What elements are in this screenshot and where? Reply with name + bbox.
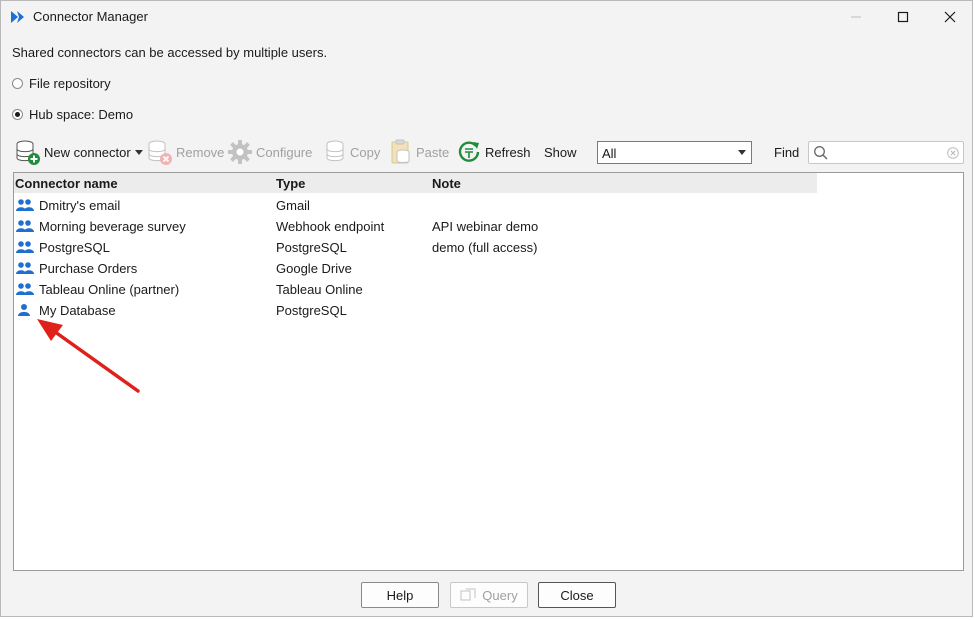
connector-type-cell: Tableau Online [276,282,363,297]
gear-icon [228,140,252,164]
shared-users-icon-wrap [16,261,34,278]
paste-button[interactable]: Paste [389,137,449,167]
copy-label: Copy [350,144,381,160]
window-title: Connector Manager [33,9,148,24]
database-add-icon [16,140,40,165]
shared-users-icon [16,262,34,274]
radio-file-repository[interactable]: File repository [12,76,111,91]
close-button[interactable]: Close [538,582,616,608]
column-header-name[interactable]: Connector name [15,176,118,191]
show-filter-select[interactable]: All [597,141,752,164]
help-button[interactable]: Help [361,582,439,608]
column-header-type[interactable]: Type [276,176,305,191]
connector-type-cell: PostgreSQL [276,240,347,255]
search-icon [814,146,828,160]
connector-note-cell: demo (full access) [432,240,538,255]
remove-label: Remove [176,144,225,160]
description-text: Shared connectors can be accessed by mul… [12,45,328,60]
find-input[interactable] [808,141,964,164]
connector-name-cell: Purchase Orders [39,261,138,276]
copy-button[interactable]: Copy [323,137,380,167]
column-header-note[interactable]: Note [432,176,461,191]
single-user-icon-wrap [16,303,34,320]
radio-label: File repository [29,76,111,91]
minimize-icon [851,16,861,18]
configure-button[interactable]: Configure [227,137,312,167]
list-header: Connector name Type Note [14,173,817,193]
connector-type-cell: Gmail [276,198,310,213]
show-filter-value: All [602,146,617,161]
new-connector-button[interactable]: New connector [15,137,143,167]
query-label: Query [482,587,518,603]
shared-users-icon [16,220,34,232]
radio-button[interactable] [12,78,23,89]
radio-hub-space[interactable]: Hub space: Demo [12,107,133,122]
query-icon [460,588,476,601]
table-row[interactable]: Purchase Orders Google Drive [14,258,817,279]
close-icon [944,11,956,23]
connector-name-cell: Morning beverage survey [39,219,186,234]
connector-manager-window: Connector Manager Shared connectors can … [0,0,973,617]
single-user-icon [18,304,30,316]
connector-list[interactable]: Connector name Type Note Dmitry's email G… [13,172,964,571]
table-row[interactable]: Tableau Online (partner) Tableau Online [14,279,817,300]
table-row[interactable]: Morning beverage survey Webhook endpoint A… [14,216,817,237]
close-label: Close [560,587,594,603]
maximize-button[interactable] [880,1,926,33]
show-label: Show [544,145,577,160]
clipboard-icon [391,139,410,164]
connector-name-cell: Dmitry's email [39,198,121,213]
database-remove-icon [148,140,172,165]
shared-users-icon [16,241,34,253]
help-label: Help [386,587,414,603]
radio-label: Hub space: Demo [29,107,134,122]
refresh-label: Refresh [485,144,531,160]
connector-type-cell: Webhook endpoint [276,219,385,234]
refresh-button[interactable]: Refresh [456,137,531,167]
remove-button[interactable]: Remove [147,137,224,167]
table-row[interactable]: PostgreSQL PostgreSQL demo (full access) [14,237,817,258]
shared-users-icon-wrap [16,240,34,257]
find-label: Find [774,145,800,160]
copy-database-icon [326,140,344,162]
chevron-down-icon [134,149,143,155]
table-row[interactable]: My Database PostgreSQL [14,300,817,321]
shared-users-icon-wrap [16,198,34,215]
title-bar: Connector Manager [1,1,972,33]
configure-label: Configure [256,144,313,160]
chevron-down-icon [738,150,746,155]
query-button[interactable]: Query [450,582,528,608]
app-logo-icon [11,11,24,23]
table-row[interactable]: Dmitry's email Gmail [14,195,817,216]
shared-users-icon [16,283,34,295]
minimize-button[interactable] [833,1,879,33]
connector-note-cell: API webinar demo [432,219,539,234]
connector-type-cell: Google Drive [276,261,352,276]
shared-users-icon-wrap [16,282,34,299]
close-window-button[interactable] [927,1,973,33]
connector-name-cell: Tableau Online (partner) [39,282,180,297]
connector-type-cell: PostgreSQL [276,303,347,318]
shared-users-icon [16,199,34,211]
maximize-icon [897,11,909,23]
clear-search-icon[interactable] [947,147,959,159]
connector-name-cell: PostgreSQL [39,240,110,255]
shared-users-icon-wrap [16,219,34,236]
connector-name-cell: My Database [39,303,116,318]
radio-button-selected[interactable] [12,109,23,120]
refresh-icon [458,141,480,162]
new-connector-label: New connector [44,144,131,160]
paste-label: Paste [416,144,450,160]
